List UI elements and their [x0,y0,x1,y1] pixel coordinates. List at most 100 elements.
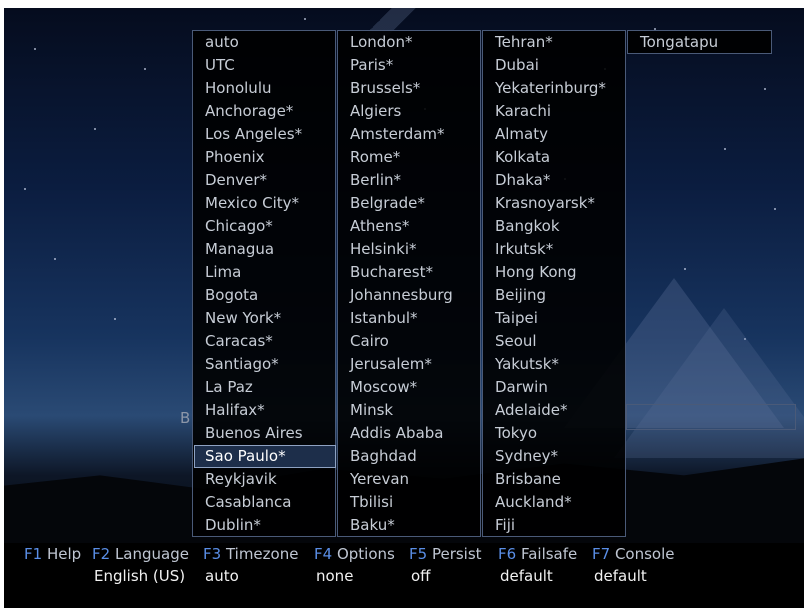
timezone-menu-item[interactable]: Jerusalem* [339,353,481,376]
language-value: English (US) [94,567,186,585]
background-star [724,148,726,150]
timezone-menu-item[interactable]: London* [339,31,481,54]
timezone-menu-item[interactable]: Adelaide* [484,399,626,422]
timezone-menu-item[interactable]: Los Angeles* [194,123,336,146]
background-star [304,18,306,20]
timezone-menu-item[interactable]: Chicago* [194,215,336,238]
background-triangle [614,308,804,458]
timezone-menu-item[interactable]: Tongatapu [629,31,772,54]
timezone-menu-item[interactable]: Almaty [484,123,626,146]
timezone-menu-item[interactable]: Taipei [484,307,626,330]
timezone-menu-item[interactable]: Fiji [484,514,626,537]
persist-value: off [411,567,431,585]
timezone-menu-item[interactable]: UTC [194,54,336,77]
timezone-menu-item[interactable]: Kolkata [484,146,626,169]
timezone-menu-item[interactable]: Darwin [484,376,626,399]
timezone-menu-item[interactable]: Minsk [339,399,481,422]
timezone-menu-item[interactable]: Berlin* [339,169,481,192]
timezone-menu-item[interactable]: auto [194,31,336,54]
timezone-column-2: London* Paris* Brussels* Algiers Amsterdam* R… [337,30,481,537]
timezone-menu-item[interactable]: Yakutsk* [484,353,626,376]
timezone-menu-item[interactable]: Baku* [339,514,481,537]
key-label: F3 [203,545,222,563]
background-menu-frame [626,404,796,430]
function-key-bar: F1 Help F2 Language F3 Timezone F4 Optio… [4,543,804,608]
background-star [774,208,776,210]
background-star [144,68,146,70]
timezone-menu-item[interactable]: Johannesburg [339,284,481,307]
timezone-column-1: auto UTC Honolulu Anchorage* Los Angeles* Pho… [192,30,336,537]
timezone-menu-item[interactable]: Halifax* [194,399,336,422]
timezone-menu-item[interactable]: Paris* [339,54,481,77]
timezone-menu-item[interactable]: Bangkok [484,215,626,238]
timezone-menu-item[interactable]: Honolulu [194,77,336,100]
timezone-menu-item[interactable]: Dublin* [194,514,336,537]
help-key[interactable]: F1 Help [24,545,81,563]
timezone-menu-item[interactable]: Rome* [339,146,481,169]
timezone-menu-item[interactable]: Tbilisi [339,491,481,514]
key-label: F7 [592,545,611,563]
timezone-menu-item[interactable]: Krasnoyarsk* [484,192,626,215]
timezone-menu-item[interactable]: Lima [194,261,336,284]
timezone-menu-item[interactable]: Moscow* [339,376,481,399]
timezone-menu-item[interactable]: Yekaterinburg* [484,77,626,100]
background-star [764,88,766,90]
timezone-menu-item[interactable]: Casablanca [194,491,336,514]
timezone-menu-item[interactable]: New York* [194,307,336,330]
timezone-menu-item[interactable]: Istanbul* [339,307,481,330]
failsafe-value: default [500,567,553,585]
background-star [684,268,686,270]
timezone-menu-item[interactable]: Auckland* [484,491,626,514]
key-label: F2 [92,545,111,563]
timezone-menu-item[interactable]: Baghdad [339,445,481,468]
timezone-menu-item[interactable]: Hong Kong [484,261,626,284]
language-key[interactable]: F2 Language [92,545,189,563]
timezone-menu-item[interactable]: Brussels* [339,77,481,100]
persist-key[interactable]: F5 Persist [409,545,482,563]
timezone-menu-item[interactable]: Algiers [339,100,481,123]
timezone-menu-item[interactable]: Tehran* [484,31,626,54]
timezone-menu-item[interactable]: Anchorage* [194,100,336,123]
failsafe-key[interactable]: F6 Failsafe [498,545,577,563]
timezone-menu-item[interactable]: Phoenix [194,146,336,169]
timezone-menu-item[interactable]: Cairo [339,330,481,353]
timezone-menu-item[interactable]: Bogota [194,284,336,307]
timezone-menu-item[interactable]: Reykjavik [194,468,336,491]
background-menu-letter: B [180,409,191,427]
timezone-menu-item[interactable]: Beijing [484,284,626,307]
options-key[interactable]: F4 Options [314,545,395,563]
key-label: F5 [409,545,428,563]
console-key[interactable]: F7 Console [592,545,675,563]
timezone-menu-item[interactable]: La Paz [194,376,336,399]
timezone-menu-item[interactable]: Karachi [484,100,626,123]
timezone-menu-item[interactable]: Managua [194,238,336,261]
key-description: Language [114,545,189,563]
timezone-key[interactable]: F3 Timezone [203,545,298,563]
timezone-menu-item[interactable]: Bucharest* [339,261,481,284]
timezone-menu-item[interactable]: Athens* [339,215,481,238]
timezone-menu-item[interactable]: Amsterdam* [339,123,481,146]
timezone-menu-item[interactable]: Sao Paulo* [194,445,336,468]
timezone-menu-item[interactable]: Helsinki* [339,238,481,261]
timezone-menu-item[interactable]: Addis Ababa [339,422,481,445]
timezone-menu-item[interactable]: Seoul [484,330,626,353]
key-description: Failsafe [520,545,578,563]
timezone-column-4: Tongatapu [627,30,772,54]
timezone-menu-item[interactable]: Caracas* [194,330,336,353]
timezone-menu-item[interactable]: Sydney* [484,445,626,468]
key-label: F1 [24,545,43,563]
timezone-menu-item[interactable]: Irkutsk* [484,238,626,261]
timezone-menu-item[interactable]: Yerevan [339,468,481,491]
timezone-menu-item[interactable]: Dhaka* [484,169,626,192]
timezone-menu-item[interactable]: Brisbane [484,468,626,491]
timezone-menu-item[interactable]: Belgrade* [339,192,481,215]
timezone-menu-item[interactable]: Dubai [484,54,626,77]
timezone-menu-item[interactable]: Mexico City* [194,192,336,215]
timezone-menu-item[interactable]: Buenos Aires [194,422,336,445]
timezone-menu-item[interactable]: Santiago* [194,353,336,376]
options-value: none [316,567,354,585]
timezone-menu-item[interactable]: Denver* [194,169,336,192]
key-description: Console [614,545,675,563]
timezone-menu-item[interactable]: Tokyo [484,422,626,445]
boot-screen: B auto UTC Honolulu Anchorage* Los Angeles* P… [4,8,804,608]
